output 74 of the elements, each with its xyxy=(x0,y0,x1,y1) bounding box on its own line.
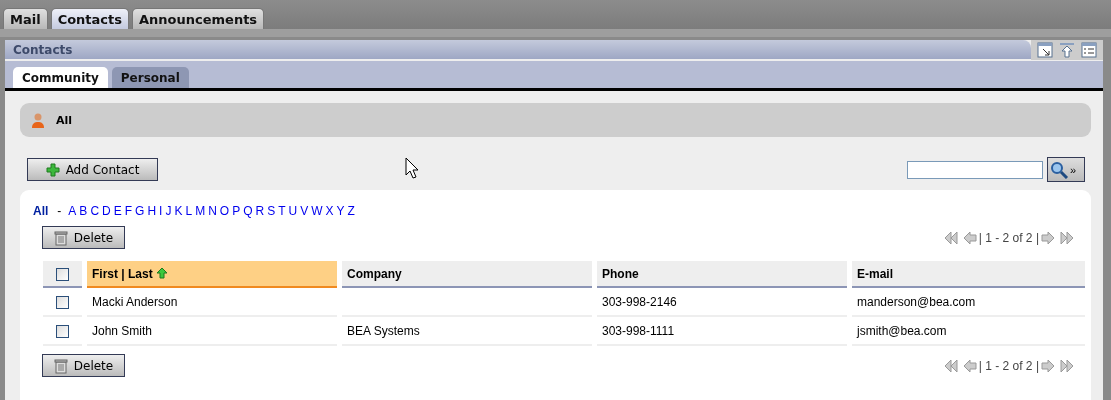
next-page-icon[interactable] xyxy=(1041,358,1055,373)
letter-link[interactable]: Y xyxy=(336,204,345,218)
search-button[interactable]: » xyxy=(1047,157,1085,182)
letter-link[interactable]: B xyxy=(79,204,88,218)
delete-button[interactable]: Delete xyxy=(42,354,125,377)
letter-link[interactable]: A xyxy=(68,204,77,218)
letter-link[interactable]: M xyxy=(195,204,206,218)
table-cell: BEA Systems xyxy=(347,323,420,338)
checkbox[interactable] xyxy=(56,324,69,338)
letter-link[interactable]: N xyxy=(208,204,217,218)
letter-link[interactable]: V xyxy=(300,204,309,218)
sort-up-icon xyxy=(155,266,168,279)
column-header[interactable]: Company xyxy=(342,261,592,288)
pointer-icon xyxy=(405,157,419,179)
last-page-icon[interactable] xyxy=(1059,230,1075,245)
letter-link[interactable]: P xyxy=(232,204,241,218)
table-cell: 303-998-2146 xyxy=(602,294,677,309)
person-icon xyxy=(30,112,46,128)
table-cell: Macki Anderson xyxy=(92,294,178,309)
letter-link[interactable]: J xyxy=(165,204,172,218)
column-header[interactable]: First | Last xyxy=(87,261,337,288)
letter-link[interactable]: U xyxy=(288,204,298,218)
search-field[interactable] xyxy=(907,160,1043,179)
page-range: | 1 - 2 of 2 | xyxy=(978,358,1039,373)
up-arrow-icon[interactable] xyxy=(1059,42,1075,58)
tab[interactable]: Personal xyxy=(111,67,189,88)
window-icon[interactable] xyxy=(1037,42,1053,58)
add-contact-button[interactable]: Add Contact xyxy=(27,158,158,181)
letter-link[interactable]: K xyxy=(174,204,183,218)
trash-icon xyxy=(53,229,68,246)
tab[interactable]: Community xyxy=(13,67,108,88)
letter-link[interactable]: E xyxy=(113,204,122,218)
letter-link[interactable]: O xyxy=(219,204,230,218)
separator: - xyxy=(57,204,62,218)
column-header[interactable]: Phone xyxy=(597,261,847,288)
letter-link[interactable]: G xyxy=(135,204,145,218)
search-icon xyxy=(1050,160,1070,179)
letter-link[interactable]: H xyxy=(147,204,157,218)
letter-link[interactable]: W xyxy=(311,204,323,218)
letter-link[interactable]: R xyxy=(255,204,265,218)
letter-link[interactable]: I xyxy=(159,204,163,218)
app-tab[interactable]: Mail xyxy=(3,8,48,29)
checkbox[interactable] xyxy=(56,295,69,309)
plus-icon xyxy=(45,162,60,177)
next-page-icon[interactable] xyxy=(1041,230,1055,245)
portlet-title: Contacts xyxy=(13,42,73,57)
letter-link[interactable]: All xyxy=(33,204,49,218)
first-page-icon[interactable] xyxy=(942,230,959,245)
group-label: All xyxy=(56,113,73,127)
delete-button[interactable]: Delete xyxy=(42,226,125,249)
column-header[interactable]: E-mail xyxy=(852,261,1085,288)
letter-link[interactable]: L xyxy=(185,204,193,218)
table-cell: 303-998-1111 xyxy=(602,323,675,338)
letter-link[interactable]: T xyxy=(278,204,286,218)
previous-page-icon[interactable] xyxy=(962,358,977,373)
app-tab[interactable]: Contacts xyxy=(50,8,129,29)
letter-link[interactable]: C xyxy=(90,204,100,218)
checkbox[interactable] xyxy=(56,267,69,281)
list-icon[interactable] xyxy=(1081,42,1097,58)
letter-link[interactable]: X xyxy=(325,204,334,218)
letter-link[interactable]: Q xyxy=(243,204,253,218)
letter-link[interactable]: S xyxy=(267,204,276,218)
page-range: | 1 - 2 of 2 | xyxy=(978,230,1039,245)
letter-link[interactable]: D xyxy=(102,204,111,218)
previous-page-icon[interactable] xyxy=(962,230,977,245)
table-cell: manderson@bea.com xyxy=(857,294,976,309)
last-page-icon[interactable] xyxy=(1059,358,1075,373)
trash-icon xyxy=(53,357,68,374)
letter-link[interactable]: F xyxy=(124,204,133,218)
first-page-icon[interactable] xyxy=(942,358,959,373)
table-cell: John Smith xyxy=(92,323,153,338)
letter-link[interactable]: Z xyxy=(347,204,355,218)
table-cell: jsmith@bea.com xyxy=(857,323,947,338)
app-tab[interactable]: Announcements xyxy=(132,8,265,29)
